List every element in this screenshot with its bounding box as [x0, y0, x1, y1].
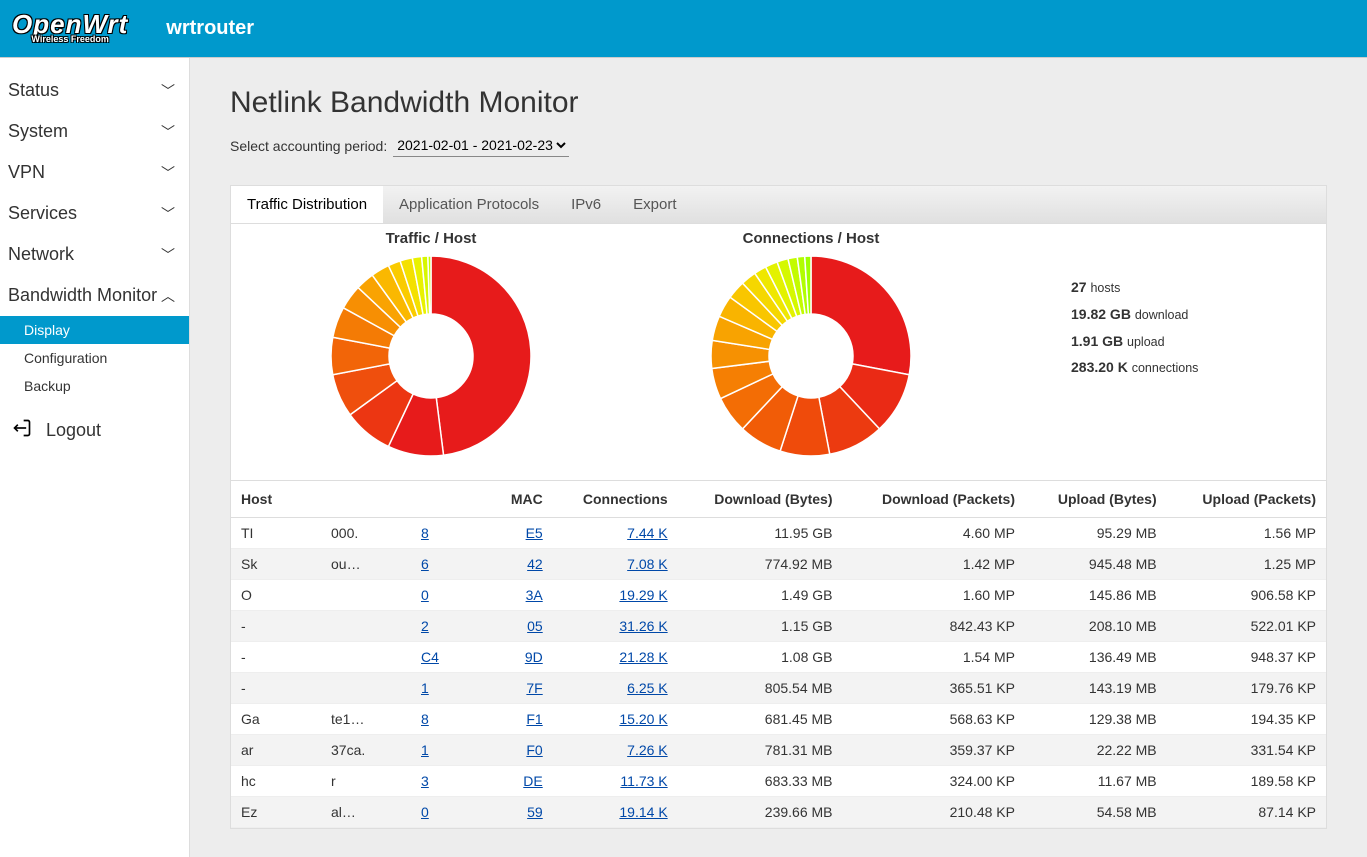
- ip-link[interactable]: 6: [421, 556, 429, 572]
- th-mac[interactable]: MAC: [491, 481, 553, 518]
- period-row: Select accounting period: 2021-02-01 - 2…: [230, 134, 1327, 157]
- chart-traffic: Traffic / Host: [251, 230, 611, 464]
- sidebar-item-services[interactable]: Services﹀: [0, 193, 189, 234]
- period-label: Select accounting period:: [230, 138, 387, 154]
- th-dp[interactable]: Download (Packets): [843, 481, 1025, 518]
- ip-link[interactable]: 0: [421, 587, 429, 603]
- summary-connections-value: 283.20 K: [1071, 359, 1128, 375]
- chevron-icon: ︿: [161, 286, 175, 306]
- traffic-pie-chart: [326, 251, 536, 461]
- table-row: ar37ca.1F07.26 K781.31 MB359.37 KP22.22 …: [231, 735, 1326, 766]
- th-conn[interactable]: Connections: [553, 481, 678, 518]
- logout-icon: [12, 418, 32, 443]
- ip-link[interactable]: 8: [421, 711, 429, 727]
- summary-connections-label: connections: [1132, 361, 1199, 375]
- hostname-label: wrtrouter: [166, 17, 254, 40]
- conn-link[interactable]: 19.29 K: [619, 587, 667, 603]
- summary-hosts-label: hosts: [1090, 281, 1120, 295]
- mac-link[interactable]: 59: [527, 804, 543, 820]
- mac-link[interactable]: 7F: [526, 680, 542, 696]
- mac-link[interactable]: 42: [527, 556, 543, 572]
- table-row: -20531.26 K1.15 GB842.43 KP208.10 MB522.…: [231, 611, 1326, 642]
- ip-link[interactable]: 3: [421, 773, 429, 789]
- conn-link[interactable]: 15.20 K: [619, 711, 667, 727]
- conn-link[interactable]: 11.73 K: [620, 773, 667, 789]
- sidebar-item-network[interactable]: Network﹀: [0, 234, 189, 275]
- sidebar-subitem-backup[interactable]: Backup: [0, 372, 189, 400]
- conn-link[interactable]: 31.26 K: [619, 618, 667, 634]
- summary-download-label: download: [1135, 308, 1189, 322]
- mac-link[interactable]: 9D: [525, 649, 543, 665]
- tab-bar: Traffic DistributionApplication Protocol…: [231, 186, 1326, 224]
- ip-link[interactable]: 2: [421, 618, 429, 634]
- logout-button[interactable]: Logout: [0, 400, 189, 443]
- sidebar-item-system[interactable]: System﹀: [0, 111, 189, 152]
- chart-traffic-title: Traffic / Host: [251, 230, 611, 247]
- tab-application-protocols[interactable]: Application Protocols: [383, 186, 555, 223]
- logout-label: Logout: [46, 420, 101, 441]
- table-row: O03A19.29 K1.49 GB1.60 MP145.86 MB906.58…: [231, 580, 1326, 611]
- sidebar-item-status[interactable]: Status﹀: [0, 70, 189, 111]
- conn-link[interactable]: 7.26 K: [627, 742, 667, 758]
- ip-link[interactable]: 1: [421, 680, 429, 696]
- th-db[interactable]: Download (Bytes): [678, 481, 843, 518]
- mac-link[interactable]: 3A: [526, 587, 543, 603]
- sidebar: Status﹀System﹀VPN﹀Services﹀Network﹀Bandw…: [0, 58, 190, 857]
- tab-export[interactable]: Export: [617, 186, 692, 223]
- conn-link[interactable]: 19.14 K: [619, 804, 667, 820]
- summary-upload-label: upload: [1127, 335, 1165, 349]
- table-row: TI000.8E57.44 K11.95 GB4.60 MP95.29 MB1.…: [231, 518, 1326, 549]
- conn-link[interactable]: 7.44 K: [627, 525, 667, 541]
- top-header: OpenWrt Wireless Freedom wrtrouter: [0, 0, 1367, 58]
- panel: Traffic DistributionApplication Protocol…: [230, 185, 1327, 829]
- connections-pie-chart: [706, 251, 916, 461]
- th-ub[interactable]: Upload (Bytes): [1025, 481, 1167, 518]
- sidebar-item-bandwidth-monitor[interactable]: Bandwidth Monitor︿: [0, 275, 189, 316]
- mac-link[interactable]: 05: [527, 618, 543, 634]
- summary-upload-value: 1.91 GB: [1071, 333, 1123, 349]
- conn-link[interactable]: 7.08 K: [627, 556, 667, 572]
- ip-link[interactable]: 1: [421, 742, 429, 758]
- sidebar-subitem-configuration[interactable]: Configuration: [0, 344, 189, 372]
- table-row: -C49D21.28 K1.08 GB1.54 MP136.49 MB948.3…: [231, 642, 1326, 673]
- mac-link[interactable]: F0: [526, 742, 542, 758]
- chevron-icon: ﹀: [161, 81, 175, 101]
- ip-link[interactable]: 0: [421, 804, 429, 820]
- ip-link[interactable]: 8: [421, 525, 429, 541]
- table-row: Skou…6427.08 K774.92 MB1.42 MP945.48 MB1…: [231, 549, 1326, 580]
- chart-connections: Connections / Host: [631, 230, 991, 464]
- charts-row: Traffic / Host Connections / Host 27 hos…: [231, 224, 1326, 480]
- table-row: hcr3DE11.73 K683.33 MB324.00 KP11.67 MB1…: [231, 766, 1326, 797]
- mac-link[interactable]: E5: [526, 525, 543, 541]
- tab-ipv6[interactable]: IPv6: [555, 186, 617, 223]
- logo: OpenWrt Wireless Freedom: [12, 13, 128, 44]
- summary-block: 27 hosts 19.82 GB download 1.91 GB uploa…: [1071, 230, 1198, 381]
- chevron-icon: ﹀: [161, 122, 175, 142]
- sidebar-item-vpn[interactable]: VPN﹀: [0, 152, 189, 193]
- tab-traffic-distribution[interactable]: Traffic Distribution: [231, 186, 383, 223]
- chevron-icon: ﹀: [161, 245, 175, 265]
- logo-text: OpenWrt: [12, 13, 128, 36]
- th-up[interactable]: Upload (Packets): [1167, 481, 1326, 518]
- logo-subtitle: Wireless Freedom: [31, 34, 108, 44]
- summary-hosts-value: 27: [1071, 279, 1087, 295]
- table-row: -17F6.25 K805.54 MB365.51 KP143.19 MB179…: [231, 673, 1326, 704]
- summary-download-value: 19.82 GB: [1071, 306, 1131, 322]
- page-title: Netlink Bandwidth Monitor: [230, 86, 1327, 120]
- table-row: Ezal…05919.14 K239.66 MB210.48 KP54.58 M…: [231, 797, 1326, 828]
- host-table: Host MAC Connections Download (Bytes) Do…: [231, 480, 1326, 828]
- ip-link[interactable]: C4: [421, 649, 439, 665]
- chart-connections-title: Connections / Host: [631, 230, 991, 247]
- period-select[interactable]: 2021-02-01 - 2021-02-23: [393, 134, 569, 157]
- th-host[interactable]: Host: [231, 481, 491, 518]
- chevron-icon: ﹀: [161, 163, 175, 183]
- chevron-icon: ﹀: [161, 204, 175, 224]
- table-row: Gate1…8F115.20 K681.45 MB568.63 KP129.38…: [231, 704, 1326, 735]
- mac-link[interactable]: F1: [526, 711, 542, 727]
- conn-link[interactable]: 21.28 K: [619, 649, 667, 665]
- sidebar-subitem-display[interactable]: Display: [0, 316, 189, 344]
- conn-link[interactable]: 6.25 K: [627, 680, 667, 696]
- main-content: Netlink Bandwidth Monitor Select account…: [190, 58, 1367, 857]
- mac-link[interactable]: DE: [523, 773, 542, 789]
